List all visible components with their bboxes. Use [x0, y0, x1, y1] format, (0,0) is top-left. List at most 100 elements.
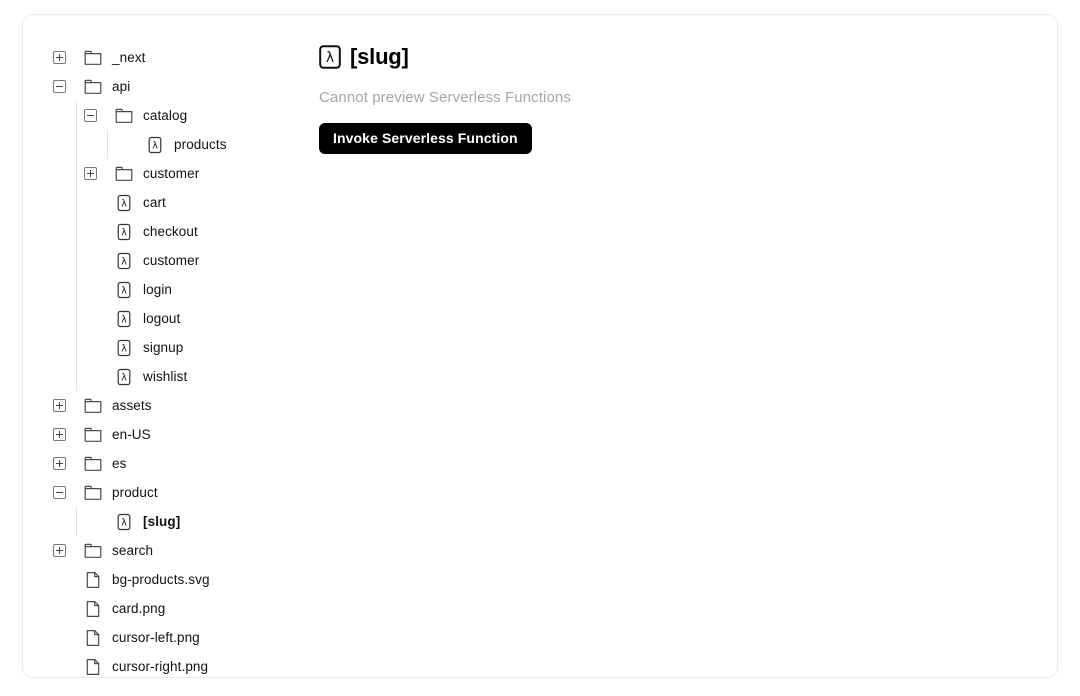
tree-item-card-png[interactable]: card.png [23, 594, 323, 623]
tree-guide-line [76, 333, 77, 362]
lambda-function-icon: λ [115, 223, 133, 241]
tree-item-checkout[interactable]: λ checkout [23, 217, 323, 246]
tree-item-wishlist[interactable]: λ wishlist [23, 362, 323, 391]
preview-unavailable-message: Cannot preview Serverless Functions [319, 89, 571, 106]
tree-indent [23, 188, 84, 217]
tree-item-api[interactable]: api [23, 72, 323, 101]
file-icon [84, 571, 102, 589]
tree-guide-line [76, 275, 77, 304]
toggle-spacer [84, 225, 97, 238]
tree-item-cart[interactable]: λ cart [23, 188, 323, 217]
tree-indent [23, 507, 84, 536]
tree-item-products[interactable]: λ products [23, 130, 323, 159]
tree-indent [23, 246, 84, 275]
tree-guide-line [76, 246, 77, 275]
tree-item-signup[interactable]: λ signup [23, 333, 323, 362]
tree-item-label: assets [112, 397, 152, 413]
tree-item-label: product [112, 484, 158, 500]
tree-item-customer[interactable]: customer [23, 159, 323, 188]
tree-item-search[interactable]: search [23, 536, 323, 565]
tree-item-cursor-right-png[interactable]: cursor-right.png [23, 652, 323, 677]
svg-text:λ: λ [326, 50, 334, 66]
lambda-function-icon: λ [115, 281, 133, 299]
svg-text:λ: λ [121, 314, 127, 325]
expand-toggle-icon[interactable] [84, 167, 97, 180]
tree-item--slug-[interactable]: λ [slug] [23, 507, 323, 536]
tree-item-product[interactable]: product [23, 478, 323, 507]
tree-item-label: wishlist [143, 368, 188, 384]
svg-text:λ: λ [121, 372, 127, 383]
page-title-text: [slug] [350, 44, 409, 69]
tree-indent [23, 217, 84, 246]
tree-item-es[interactable]: es [23, 449, 323, 478]
folder-icon [84, 542, 102, 560]
tree-item-login[interactable]: λ login [23, 275, 323, 304]
toggle-spacer [84, 254, 97, 267]
tree-guide-line [76, 362, 77, 391]
lambda-function-icon: λ [115, 513, 133, 531]
folder-icon [84, 426, 102, 444]
deployment-source-card: _next api catalog λ products customer λ cart λ ch… [22, 14, 1058, 678]
lambda-function-icon: λ [319, 45, 341, 69]
tree-item-bg-products-svg[interactable]: bg-products.svg [23, 565, 323, 594]
toggle-spacer [53, 631, 66, 644]
expand-toggle-icon[interactable] [53, 428, 66, 441]
folder-icon [115, 165, 133, 183]
expand-toggle-icon[interactable] [53, 457, 66, 470]
file-icon [84, 629, 102, 647]
tree-indent [23, 275, 84, 304]
tree-guide-line [76, 101, 77, 130]
expand-toggle-icon[interactable] [53, 399, 66, 412]
lambda-function-icon: λ [115, 368, 133, 386]
folder-icon [84, 49, 102, 67]
lambda-function-icon: λ [115, 310, 133, 328]
svg-text:λ: λ [152, 140, 158, 151]
file-tree: _next api catalog λ products customer λ cart λ ch… [23, 43, 323, 677]
folder-icon [115, 107, 133, 125]
tree-item-logout[interactable]: λ logout [23, 304, 323, 333]
invoke-serverless-function-button[interactable]: Invoke Serverless Function [319, 123, 532, 155]
tree-item-label: cart [143, 194, 166, 210]
tree-item-customer[interactable]: λ customer [23, 246, 323, 275]
tree-item-label: en-US [112, 426, 151, 442]
lambda-function-icon: λ [115, 194, 133, 212]
collapse-toggle-icon[interactable] [53, 486, 66, 499]
tree-item-assets[interactable]: assets [23, 391, 323, 420]
tree-item-label: cursor-left.png [112, 629, 200, 645]
tree-guide-line [76, 130, 77, 159]
page-title: λ [slug] [319, 41, 1019, 73]
file-icon [84, 658, 102, 676]
svg-text:λ: λ [121, 343, 127, 354]
collapse-toggle-icon[interactable] [53, 80, 66, 93]
file-icon [84, 600, 102, 618]
tree-guide-line [107, 130, 108, 159]
app-root: _next api catalog λ products customer λ cart λ ch… [0, 0, 1080, 696]
tree-item-label: customer [143, 165, 200, 181]
svg-text:λ: λ [121, 285, 127, 296]
tree-item-label: checkout [143, 223, 198, 239]
toggle-spacer [84, 283, 97, 296]
tree-indent [23, 362, 84, 391]
tree-item-en-us[interactable]: en-US [23, 420, 323, 449]
tree-item-label: _next [112, 49, 146, 65]
expand-toggle-icon[interactable] [53, 544, 66, 557]
tree-item-cursor-left-png[interactable]: cursor-left.png [23, 623, 323, 652]
tree-item-label: cursor-right.png [112, 658, 209, 674]
collapse-toggle-icon[interactable] [84, 109, 97, 122]
toggle-spacer [84, 370, 97, 383]
tree-item-label: bg-products.svg [112, 571, 210, 587]
tree-item-catalog[interactable]: catalog [23, 101, 323, 130]
tree-item-label: logout [143, 310, 181, 326]
expand-toggle-icon[interactable] [53, 51, 66, 64]
toggle-spacer [84, 341, 97, 354]
tree-item--next[interactable]: _next [23, 43, 323, 72]
tree-guide-line [76, 507, 77, 536]
tree-item-label: es [112, 455, 127, 471]
card-inner: _next api catalog λ products customer λ cart λ ch… [23, 15, 1057, 677]
